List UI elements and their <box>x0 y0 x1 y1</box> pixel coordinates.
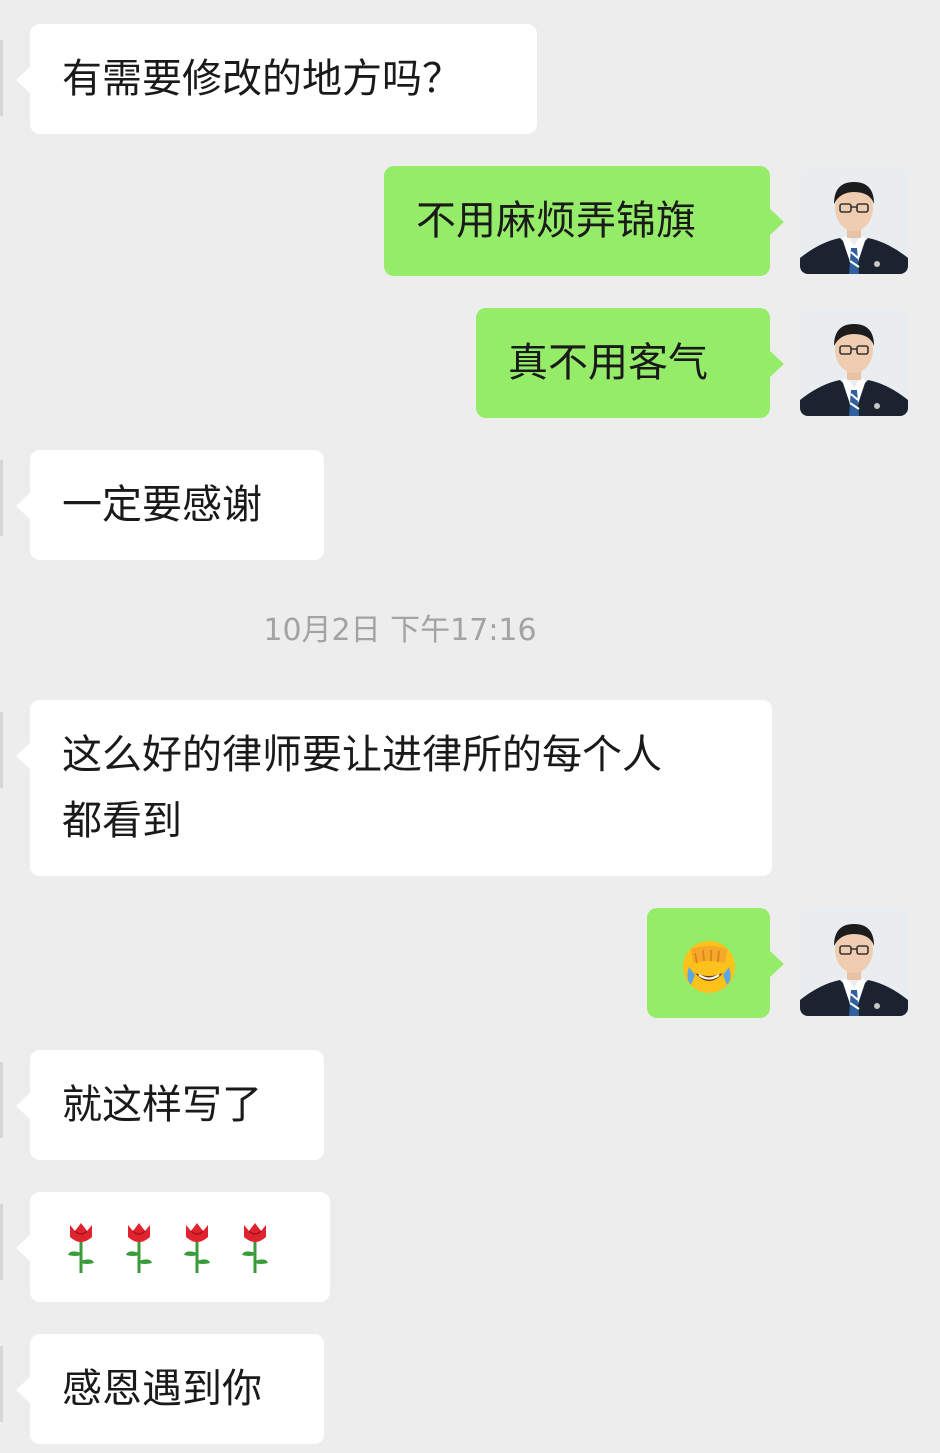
incoming-message-bubble[interactable]: 一定要感谢 <box>16 450 324 560</box>
incoming-message-bubble[interactable]: 感恩遇到你 <box>16 1334 324 1444</box>
incoming-emoji-bubble[interactable] <box>16 1192 330 1302</box>
lawyer-avatar-icon <box>800 166 908 274</box>
message-text: 有需要修改的地方吗？ <box>62 56 462 102</box>
message-text: 不用麻烦弄锦旗 <box>416 198 696 244</box>
message-text: 一定要感谢 <box>62 482 262 528</box>
incoming-message-bubble[interactable]: 就这样写了 <box>16 1050 324 1160</box>
outgoing-emoji-bubble[interactable] <box>647 908 784 1018</box>
rose-emoji-icon <box>184 1223 210 1273</box>
avatar[interactable] <box>800 166 908 274</box>
left-edge-mark <box>0 1346 3 1422</box>
left-edge-mark <box>0 1204 3 1280</box>
rose-emoji-icon <box>68 1223 94 1273</box>
avatar[interactable] <box>800 308 908 416</box>
timestamp: 10月2日 下午17:16 <box>263 613 537 648</box>
message-text: 真不用客气 <box>508 340 708 386</box>
message-text: 就这样写了 <box>62 1082 262 1128</box>
outgoing-message-bubble[interactable]: 真不用客气 <box>476 308 784 418</box>
avatar[interactable] <box>800 908 908 1016</box>
face-palm-crying-emoji-icon <box>683 941 735 993</box>
rose-emoji-icon <box>126 1223 152 1273</box>
lawyer-avatar-icon <box>800 308 908 416</box>
incoming-message-bubble[interactable]: 这么好的律师要让进律所的每个人 都看到 <box>16 700 772 876</box>
outgoing-message-bubble[interactable]: 不用麻烦弄锦旗 <box>384 166 784 276</box>
left-edge-mark <box>0 1062 3 1138</box>
rose-emoji-icon <box>242 1223 268 1273</box>
message-text-line: 都看到 <box>62 798 182 844</box>
message-text: 感恩遇到你 <box>62 1366 262 1412</box>
lawyer-avatar-icon <box>800 908 908 1016</box>
left-edge-mark <box>0 40 3 116</box>
message-text-line: 这么好的律师要让进律所的每个人 <box>62 732 662 778</box>
incoming-message-bubble[interactable]: 有需要修改的地方吗？ <box>16 24 537 134</box>
rose-emoji-row <box>62 1214 298 1280</box>
left-edge-mark <box>0 460 3 536</box>
left-edge-mark <box>0 712 3 788</box>
